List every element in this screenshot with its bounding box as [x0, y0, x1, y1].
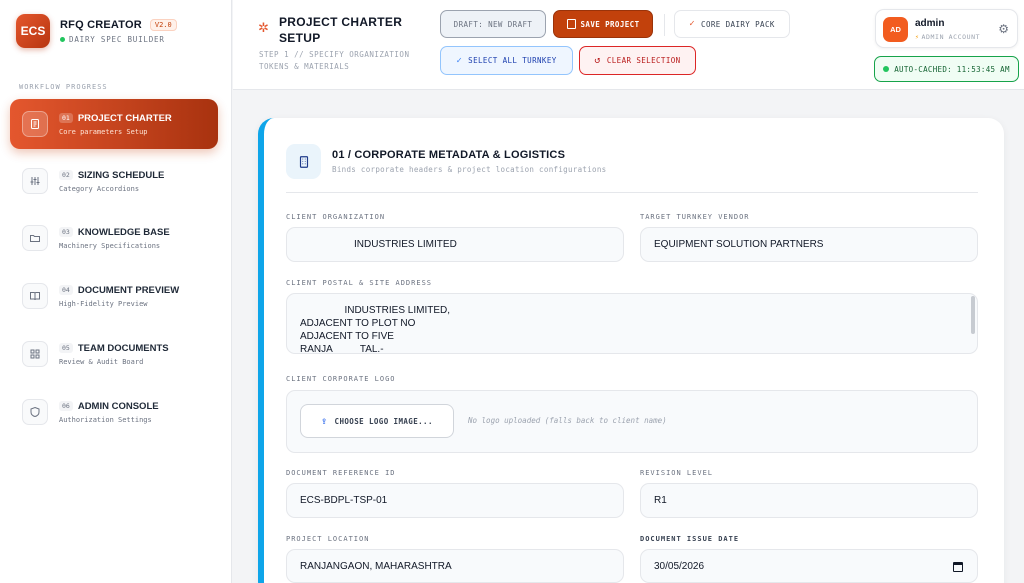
brand: ECS RFQ CREATOR V2.0 DAIRY SPEC BUILDER [16, 14, 177, 48]
sparkle-icon: ✲ [258, 20, 269, 35]
upload-icon: ⇪ [321, 415, 328, 427]
save-label: SAVE PROJECT [580, 19, 640, 29]
select-all-turnkey-button[interactable]: ✓ SELECT ALL TURNKEY [440, 46, 573, 75]
section-subtitle: Binds corporate headers & project locati… [332, 165, 607, 174]
user-card[interactable]: AD admin ⚡ ADMIN ACCOUNT ⚙ [875, 9, 1018, 48]
sidebar-item-label: ADMIN CONSOLE [77, 400, 159, 412]
app-subtitle: DAIRY SPEC BUILDER [69, 34, 165, 44]
check-icon: ✓ [456, 55, 463, 66]
autosave-text: AUTO-CACHED: 11:53:45 AM [894, 64, 1010, 74]
user-name: admin [915, 18, 945, 29]
step-number: 04 [59, 285, 73, 295]
version-badge: V2.0 [149, 18, 177, 31]
choose-logo-button[interactable]: ⇪ CHOOSE LOGO IMAGE... [300, 404, 454, 438]
sidebar-item-sizing-schedule[interactable]: 02 SIZING SCHEDULE Category Accordions [10, 156, 218, 206]
sidebar-item-sub: Review & Audit Board [59, 357, 144, 366]
grid-icon [22, 341, 48, 367]
sidebar-item-team-documents[interactable]: 05 TEAM DOCUMENTS Review & Audit Board [10, 329, 218, 379]
step-number: 03 [59, 227, 73, 237]
address-textarea[interactable]: INDUSTRIES LIMITED, ADJACENT TO PLOT NO … [286, 293, 978, 354]
save-project-button[interactable]: SAVE PROJECT [553, 10, 653, 38]
step-number: 06 [59, 401, 73, 411]
logo-label: CLIENT CORPORATE LOGO [286, 375, 396, 383]
divider [664, 14, 665, 36]
folder-icon [22, 225, 48, 251]
save-icon [566, 19, 576, 29]
status-dot-icon [60, 36, 65, 42]
book-icon [22, 283, 48, 309]
location-input[interactable]: RANJANGAON, MAHARASHTRA [286, 549, 624, 583]
section-title: 01 / CORPORATE METADATA & LOGISTICS [332, 149, 566, 161]
step-number: 02 [59, 170, 73, 180]
sidebar-item-sub: Authorization Settings [59, 415, 152, 424]
sidebar-item-label: SIZING SCHEDULE [77, 169, 165, 181]
core-label: CORE DAIRY PACK [701, 19, 775, 29]
logo-hint: No logo uploaded (falls back to client n… [468, 416, 667, 425]
sidebar-item-sub: Machinery Specifications [59, 241, 161, 250]
address-label: CLIENT POSTAL & SITE ADDRESS [286, 279, 433, 287]
sidebar-item-admin-console[interactable]: 06 ADMIN CONSOLE Authorization Settings [10, 387, 218, 437]
avatar: AD [883, 17, 908, 42]
textarea-scrollbar[interactable] [971, 296, 975, 334]
page-subtitle: STEP 1 // SPECIFY ORGANIZATION TOKENS & … [259, 50, 410, 71]
revision-input[interactable]: R1 [640, 483, 978, 518]
step-number: 05 [59, 343, 73, 353]
clear-selection-button[interactable]: ↺ CLEAR SELECTION [579, 46, 696, 75]
issue-date-label: DOCUMENT ISSUE DATE [640, 535, 740, 543]
shield-icon [22, 399, 48, 425]
sliders-icon [22, 168, 48, 194]
sidebar: ECS RFQ CREATOR V2.0 DAIRY SPEC BUILDER … [0, 0, 232, 583]
check-icon: ✓ [689, 19, 696, 29]
sidebar-item-label: KNOWLEDGE BASE [77, 226, 170, 238]
vendor-input[interactable]: EQUIPMENT SOLUTION PARTNERS [640, 227, 978, 262]
gear-icon[interactable]: ⚙ [998, 22, 1009, 36]
client-org-input[interactable]: INDUSTRIES LIMITED [286, 227, 624, 262]
location-label: PROJECT LOCATION [286, 535, 370, 543]
divider [286, 192, 978, 193]
select-label: SELECT ALL TURNKEY [468, 56, 557, 65]
docref-input[interactable]: ECS-BDPL-TSP-01 [286, 483, 624, 518]
sidebar-item-label: TEAM DOCUMENTS [77, 342, 169, 354]
workflow-label: WORKFLOW PROGRESS [19, 83, 108, 91]
document-icon [22, 111, 48, 137]
choose-logo-label: CHOOSE LOGO IMAGE... [334, 416, 433, 426]
reset-icon: ↺ [594, 55, 601, 66]
building-icon [286, 144, 321, 179]
docref-label: DOCUMENT REFERENCE ID [286, 469, 396, 477]
page-title: PROJECT CHARTER SETUP [279, 15, 403, 45]
sidebar-item-label: DOCUMENT PREVIEW [77, 284, 180, 296]
status-dot-icon [883, 66, 890, 72]
sidebar-item-document-preview[interactable]: 04 DOCUMENT PREVIEW High-Fidelity Preview [10, 271, 218, 321]
sidebar-item-sub: Core parameters Setup [59, 127, 148, 136]
issue-date-input[interactable]: 30/05/2026 [640, 549, 978, 583]
core-dairy-pack-button[interactable]: ✓ CORE DAIRY PACK [674, 10, 790, 38]
vendor-label: TARGET TURNKEY VENDOR [640, 213, 750, 221]
autosave-status: AUTO-CACHED: 11:53:45 AM [874, 56, 1019, 82]
step-number: 01 [59, 113, 73, 123]
revision-label: REVISION LEVEL [640, 469, 714, 477]
sidebar-item-label: PROJECT CHARTER [77, 112, 172, 124]
sidebar-item-sub: Category Accordions [59, 184, 140, 193]
calendar-icon[interactable] [953, 562, 963, 572]
bolt-icon: ⚡ [915, 33, 920, 41]
sidebar-item-sub: High-Fidelity Preview [59, 299, 148, 308]
draft-status-button[interactable]: DRAFT: NEW DRAFT [440, 10, 546, 38]
sidebar-item-knowledge-base[interactable]: 03 KNOWLEDGE BASE Machinery Specification… [10, 213, 218, 263]
app-title: RFQ CREATOR [60, 18, 142, 31]
sidebar-item-project-charter[interactable]: 01 PROJECT CHARTER Core parameters Setup [10, 99, 218, 149]
clear-label: CLEAR SELECTION [606, 56, 681, 65]
client-org-label: CLIENT ORGANIZATION [286, 213, 386, 221]
brand-logo: ECS [16, 14, 50, 48]
user-role: ADMIN ACCOUNT [921, 33, 981, 41]
